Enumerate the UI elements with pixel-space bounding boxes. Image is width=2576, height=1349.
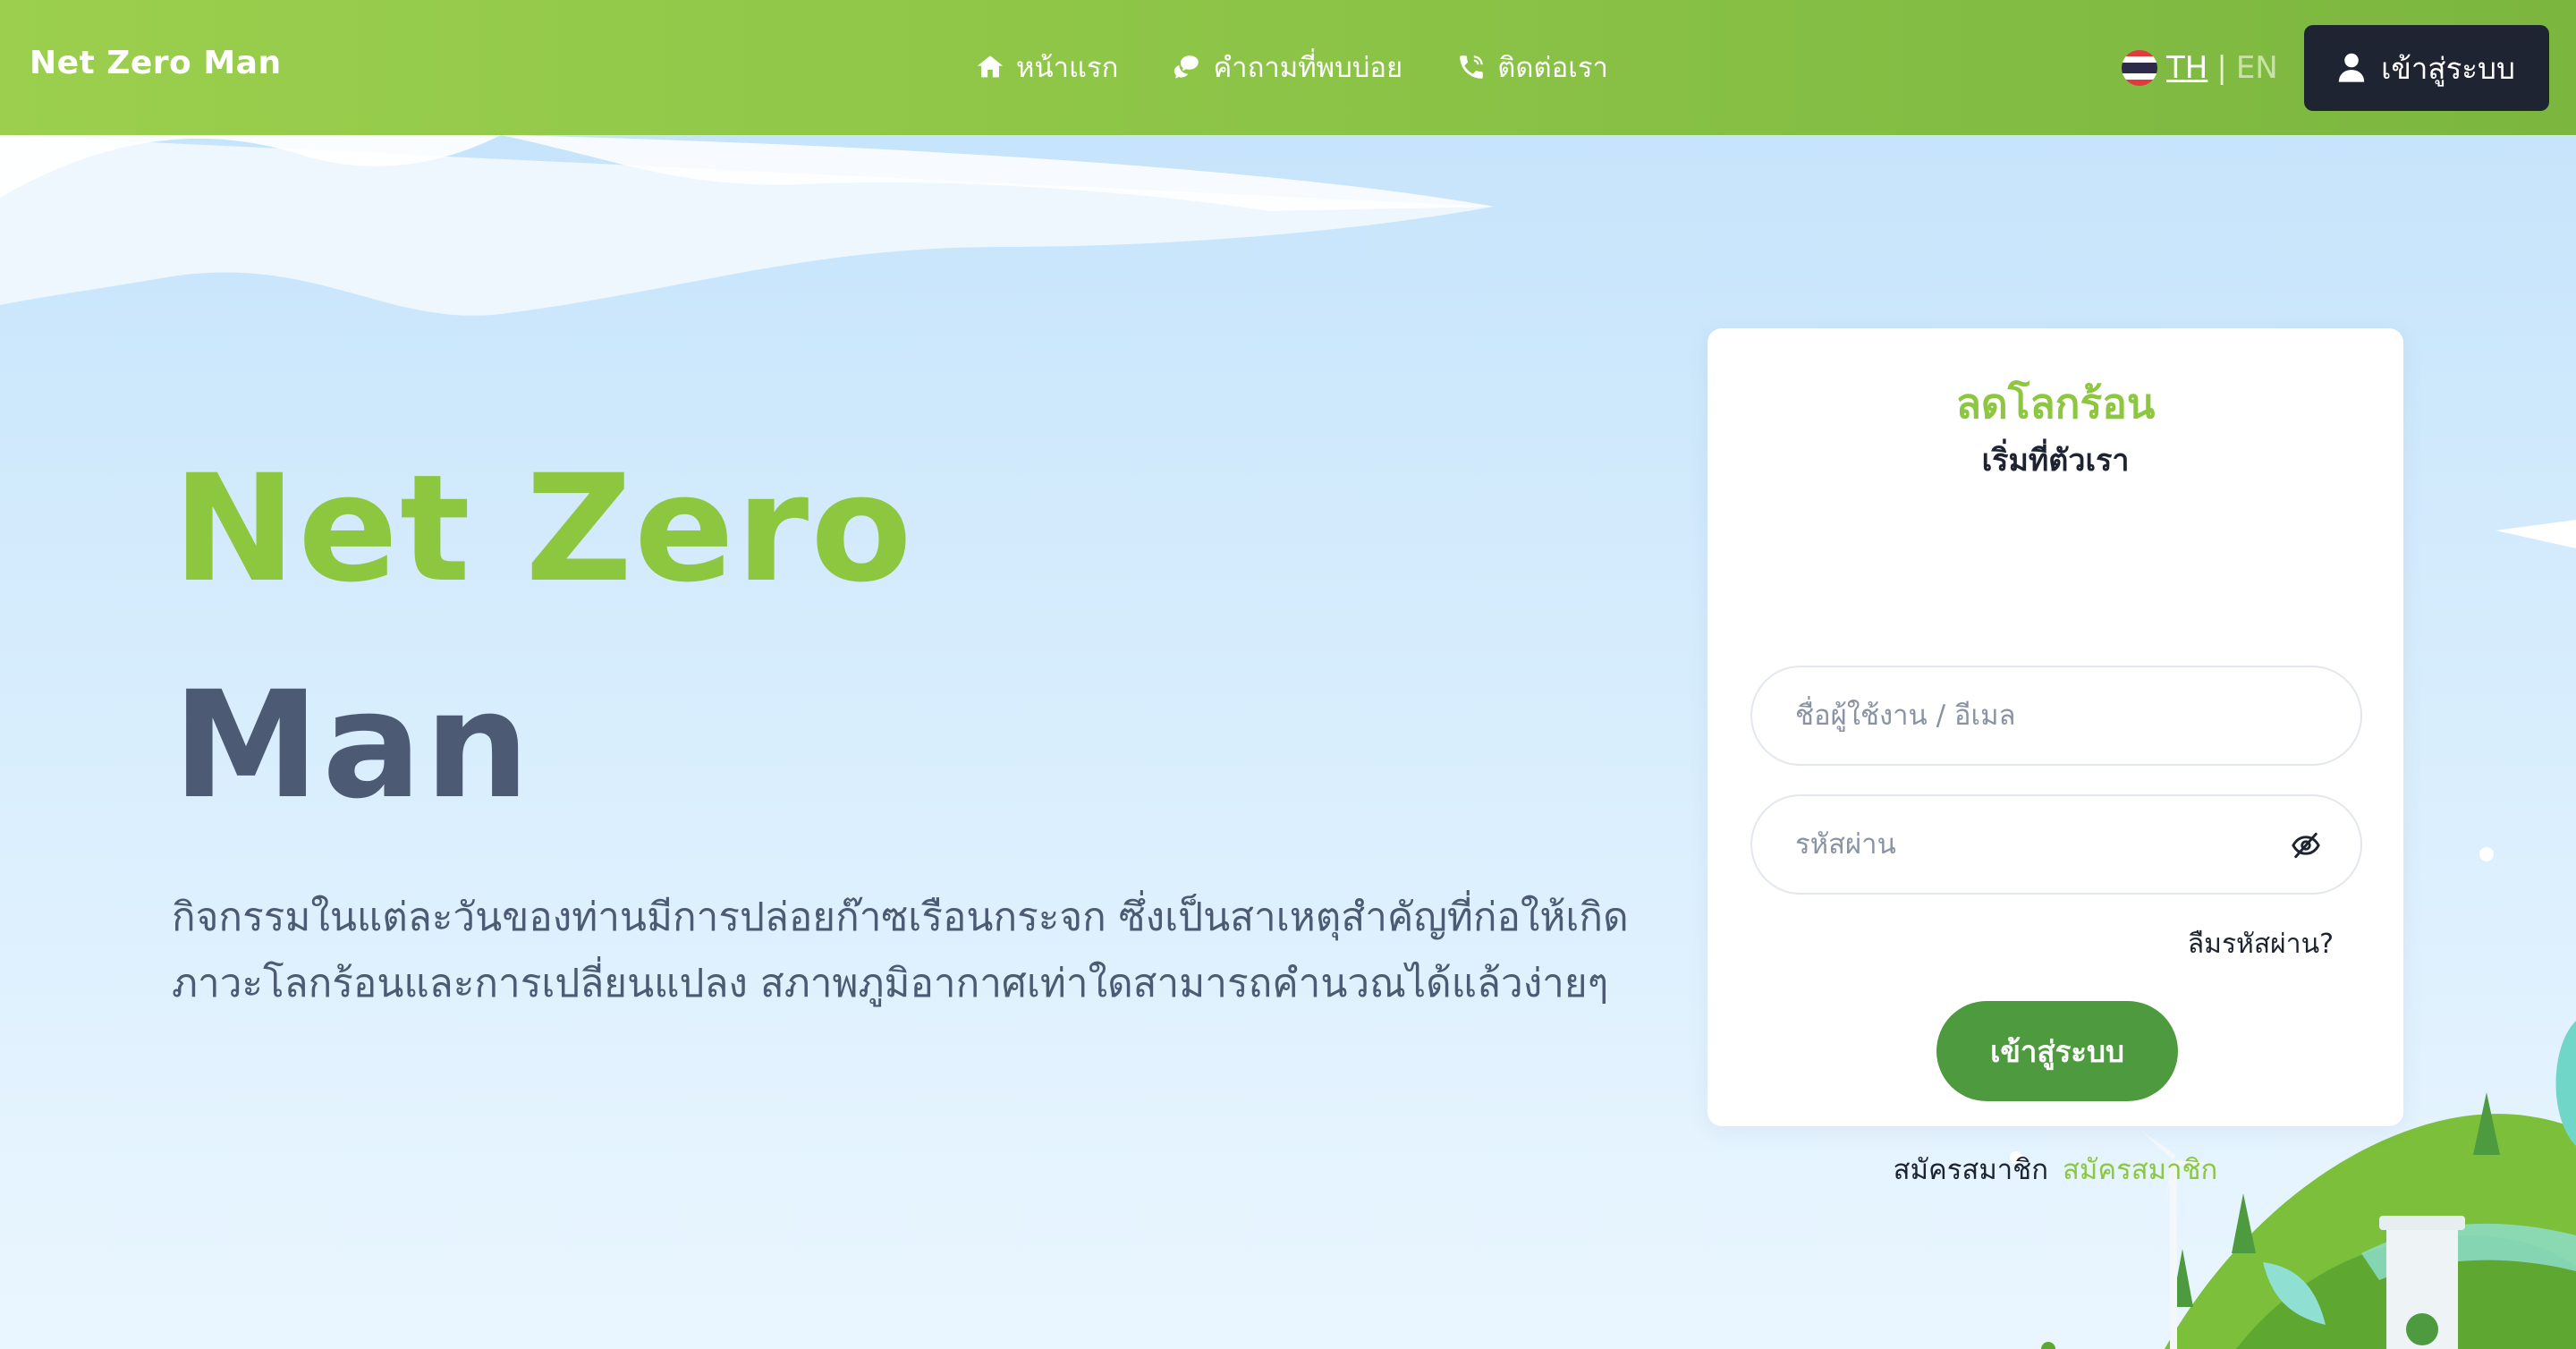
login-card-subtitle: เริ่มที่ตัวเรา bbox=[1981, 443, 2130, 479]
header-login-label: เข้าสู่ระบบ bbox=[2381, 50, 2515, 86]
lang-th-link[interactable]: TH bbox=[2166, 50, 2207, 86]
username-field-wrapper bbox=[1750, 666, 2362, 766]
hero-title-line2: Man bbox=[173, 659, 533, 831]
top-navbar: Net Zero Man หน้าแรก คำถามที่พบบ่อย ติดต… bbox=[0, 0, 2576, 135]
language-switcher: TH | EN bbox=[2122, 45, 2278, 91]
hero-description: กิจกรรมในแต่ละวันของท่านมีการปล่อยก๊าซเร… bbox=[172, 895, 1629, 1006]
phone-icon bbox=[1460, 55, 1483, 79]
nav-link-faq[interactable]: คำถามที่พบบ่อย bbox=[1172, 45, 1402, 89]
header-login-button[interactable]: เข้าสู่ระบบ bbox=[2304, 25, 2549, 111]
hero-section: Net Zero Man กิจกรรมในแต่ละวันของท่านมีก… bbox=[0, 135, 2576, 1349]
username-input[interactable] bbox=[1795, 667, 2296, 764]
login-card: ลดโลกร้อน เริ่มที่ตัวเรา ลืมรหัสผ่าน? เข… bbox=[1707, 328, 2403, 1186]
nav-link-contact[interactable]: ติดต่อเรา bbox=[1456, 45, 1608, 89]
forgot-password-link[interactable]: ลืมรหัสผ่าน? bbox=[2188, 923, 2334, 965]
eye-slash-icon[interactable] bbox=[2291, 830, 2321, 861]
register-text: สมัครสมาชิก bbox=[1893, 1154, 2048, 1186]
nav-link-home[interactable]: หน้าแรก bbox=[975, 45, 1118, 89]
chat-bubbles-icon bbox=[1174, 55, 1199, 79]
hero-title-line1: Net Zero bbox=[173, 443, 914, 615]
brand-logo-text[interactable]: Net Zero Man bbox=[30, 45, 282, 81]
nav-links: หน้าแรก คำถามที่พบบ่อย ติดต่อเรา bbox=[975, 43, 1608, 91]
register-link[interactable]: สมัครสมาชิก bbox=[2063, 1154, 2217, 1186]
lang-separator: | bbox=[2216, 50, 2227, 86]
register-row: สมัครสมาชิก สมัครสมาชิก bbox=[1707, 1147, 2403, 1192]
password-input[interactable] bbox=[1795, 796, 2296, 893]
home-icon bbox=[977, 55, 1004, 78]
login-card-title: ลดโลกร้อน bbox=[1955, 379, 2156, 428]
password-field-wrapper bbox=[1750, 794, 2362, 895]
user-icon bbox=[2338, 53, 2365, 82]
nav-link-contact-label: ติดต่อเรา bbox=[1497, 52, 1608, 84]
nav-link-home-label: หน้าแรก bbox=[1016, 52, 1119, 84]
login-submit-button[interactable]: เข้าสู่ระบบ bbox=[1936, 1001, 2178, 1101]
lang-en-link[interactable]: EN bbox=[2236, 50, 2278, 86]
nav-link-faq-label: คำถามที่พบบ่อย bbox=[1213, 52, 1403, 84]
thailand-flag-icon bbox=[2122, 50, 2157, 86]
